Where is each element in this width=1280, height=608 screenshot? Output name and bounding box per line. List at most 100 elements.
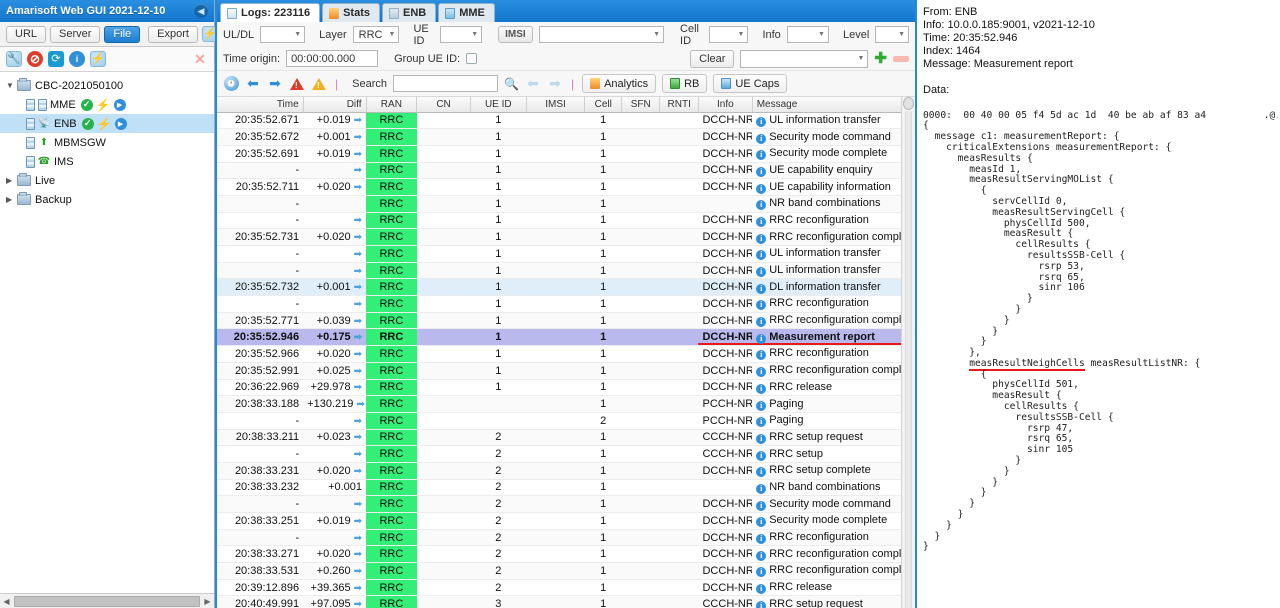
analytics-button[interactable]: Analytics <box>582 74 657 93</box>
arrow-left-icon[interactable]: ⬅ <box>245 75 261 92</box>
plus-icon[interactable]: ✚ <box>874 51 887 66</box>
table-row[interactable]: - ➡ RRC 1 1 DCCH-NR i UL information transfer <box>217 262 915 280</box>
server-button[interactable]: Server <box>50 25 101 43</box>
error-triangle-icon[interactable] <box>289 76 305 92</box>
vertical-scrollbar[interactable] <box>901 97 915 608</box>
binoculars-icon[interactable]: 🔍 <box>504 77 519 91</box>
col-cell[interactable]: Cell <box>584 97 622 113</box>
plug-icon-2[interactable]: ⚡ <box>90 51 106 67</box>
table-row[interactable]: - ➡ RRC 1 1 DCCH-NR i RRC reconfiguration <box>217 295 915 313</box>
tree-item-mbmsgw[interactable]: ⬆ MBMSGW <box>0 133 214 152</box>
chevron-down-icon[interactable]: ▼ <box>6 81 17 90</box>
table-row[interactable]: 20:38:33.231 +0.020 ➡ RRC 2 1 DCCH-NR i RRC setu… <box>217 462 915 480</box>
table-row[interactable]: - ➡ RRC 2 1 CCCH-NR i RRC setup <box>217 445 915 463</box>
table-row[interactable]: 20:38:33.211 +0.023 ➡ RRC 2 1 CCCH-NR i RRC setu… <box>217 429 915 447</box>
bolt-icon[interactable]: ⚡ <box>97 117 112 131</box>
close-icon[interactable]: ✕ <box>192 51 208 67</box>
tab-enb[interactable]: ENB <box>382 3 437 22</box>
chevron-right-icon[interactable]: ▶ <box>6 195 17 204</box>
search-prev-icon[interactable]: ⬅ <box>525 75 541 92</box>
clock-icon[interactable]: 🕐 <box>223 76 239 92</box>
imsi-select[interactable]: ▼ <box>538 26 665 43</box>
arrow-right-icon[interactable]: ➡ <box>267 75 283 92</box>
table-row[interactable]: 20:40:49.991 +97.095 ➡ RRC 3 1 CCCH-NR i RRC set… <box>217 595 915 608</box>
col-cn[interactable]: CN <box>416 97 471 113</box>
table-row[interactable]: 20:35:52.672 +0.001 ➡ RRC 1 1 DCCH-NR i Security… <box>217 128 915 146</box>
col-ran[interactable]: RAN <box>366 97 418 113</box>
table-row[interactable]: 20:35:52.946 +0.175 ➡ RRC 1 1 DCCH-NR i Measurem… <box>217 328 915 347</box>
col-ueid[interactable]: UE ID <box>470 97 527 113</box>
table-row[interactable]: 20:38:33.531 +0.260 ➡ RRC 2 1 DCCH-NR i RRC reco… <box>217 562 915 580</box>
table-row[interactable]: 20:35:52.731 +0.020 ➡ RRC 1 1 DCCH-NR i RRC reco… <box>217 228 915 246</box>
wrench-icon[interactable]: 🔧 <box>6 51 22 67</box>
tree-item-cbc[interactable]: ▼ CBC-2021050100 <box>0 76 214 95</box>
scrollbar-thumb[interactable] <box>903 97 914 110</box>
tree-item-enb[interactable]: 📡 ENB ✓ ⚡ ▶ <box>0 114 214 133</box>
search-input[interactable] <box>392 75 498 92</box>
table-row[interactable]: 20:35:52.671 +0.019 ➡ RRC 1 1 DCCH-NR i UL infor… <box>217 112 915 130</box>
level-select[interactable]: ▼ <box>875 26 910 43</box>
tab-logs[interactable]: Logs: 223116 <box>220 3 321 22</box>
col-sfn[interactable]: SFN <box>621 97 661 113</box>
info-icon[interactable]: i <box>69 51 85 67</box>
time-origin-input[interactable]: 00:00:00.000 <box>286 50 379 67</box>
chevron-right-icon[interactable]: ▶ <box>6 176 17 185</box>
search-next-icon[interactable]: ➡ <box>547 75 563 92</box>
scrollbar-thumb[interactable] <box>14 595 200 607</box>
table-row[interactable]: 20:36:22.969 +29.978 ➡ RRC 1 1 DCCH-NR i RRC rel… <box>217 379 915 397</box>
play-icon[interactable]: ▶ <box>113 98 126 111</box>
col-time[interactable]: Time <box>217 97 304 113</box>
info-select[interactable]: ▼ <box>786 26 829 43</box>
table-row[interactable]: - ➡ RRC 2 PCCH-NR i Paging <box>217 412 915 430</box>
table-row[interactable]: 20:39:12.896 +39.365 ➡ RRC 2 1 DCCH-NR i RRC rel… <box>217 579 915 597</box>
table-row[interactable]: - RRC 1 1 i NR band combinations <box>217 195 915 213</box>
refresh-icon[interactable]: ⟳ <box>48 51 64 67</box>
col-imsi[interactable]: IMSI <box>526 97 586 113</box>
tab-stats[interactable]: Stats <box>322 3 380 22</box>
clear-button[interactable]: Clear <box>690 49 735 68</box>
layer-select[interactable]: RRC ▼ <box>352 26 400 43</box>
table-row[interactable]: 20:38:33.188 +130.219 ➡ RRC 1 PCCH-NR i Paging <box>217 395 915 413</box>
table-row[interactable]: 20:35:52.732 +0.001 ➡ RRC 1 1 DCCH-NR i DL infor… <box>217 278 915 297</box>
ueid-select[interactable]: ▼ <box>439 26 483 43</box>
chevron-left-icon[interactable]: ◀ <box>194 4 208 18</box>
file-button[interactable]: File <box>104 25 141 43</box>
table-row[interactable]: - ➡ RRC 1 1 DCCH-NR i UL information transfer <box>217 245 915 263</box>
table-row[interactable]: 20:38:33.271 +0.020 ➡ RRC 2 1 DCCH-NR i RRC reco… <box>217 545 915 564</box>
url-button[interactable]: URL <box>6 25 47 43</box>
col-diff[interactable]: Diff <box>303 97 367 113</box>
play-icon[interactable]: ▶ <box>114 117 127 130</box>
col-info[interactable]: Info <box>698 97 753 113</box>
table-row[interactable]: 20:35:52.966 +0.020 ➡ RRC 1 1 DCCH-NR i RRC reco… <box>217 345 915 363</box>
tree-item-ims[interactable]: ☎ IMS <box>0 152 214 171</box>
table-row[interactable]: 20:35:52.711 +0.020 ➡ RRC 1 1 DCCH-NR i UE capab… <box>217 178 915 196</box>
table-row[interactable]: 20:35:52.991 +0.025 ➡ RRC 1 1 DCCH-NR i RRC reco… <box>217 362 915 380</box>
table-row[interactable]: 20:35:52.771 +0.039 ➡ RRC 1 1 DCCH-NR i RRC reco… <box>217 312 915 330</box>
table-row[interactable]: - ➡ RRC 1 1 DCCH-NR i UE capability enquiry <box>217 162 915 180</box>
horizontal-scrollbar[interactable]: ◀ ▶ <box>0 593 214 608</box>
table-row[interactable]: - ➡ RRC 1 1 DCCH-NR i RRC reconfiguration <box>217 212 915 230</box>
cellid-select[interactable]: ▼ <box>709 26 749 43</box>
bolt-icon[interactable]: ⚡ <box>96 98 111 112</box>
stop-icon[interactable]: ⊘ <box>27 51 43 67</box>
table-row[interactable]: - ➡ RRC 2 1 DCCH-NR i RRC reconfiguration <box>217 529 915 547</box>
table-row[interactable]: 20:38:33.251 +0.019 ➡ RRC 2 1 DCCH-NR i Security… <box>217 512 915 530</box>
group-ue-checkbox[interactable] <box>466 53 478 64</box>
export-button[interactable]: Export <box>148 25 198 43</box>
scroll-right-icon[interactable]: ▶ <box>201 597 214 606</box>
tree-item-backup[interactable]: ▶ Backup <box>0 190 214 209</box>
tree-item-mme[interactable]: MME ✓ ⚡ ▶ <box>0 95 214 114</box>
tab-mme[interactable]: MME <box>438 3 495 22</box>
preset-select[interactable]: ▼ <box>740 49 869 68</box>
uldl-select[interactable]: ▼ <box>260 26 306 43</box>
tree-item-live[interactable]: ▶ Live <box>0 171 214 190</box>
warning-triangle-icon[interactable] <box>311 76 327 92</box>
table-row[interactable]: 20:38:33.232 +0.001 RRC 2 1 i NR band combinat… <box>217 479 915 497</box>
uecaps-button[interactable]: UE Caps <box>713 74 788 93</box>
table-row[interactable]: - ➡ RRC 2 1 DCCH-NR i Security mode command <box>217 495 915 513</box>
table-row[interactable]: 20:35:52.691 +0.019 ➡ RRC 1 1 DCCH-NR i Security… <box>217 145 915 163</box>
rb-button[interactable]: RB <box>662 74 708 93</box>
scroll-left-icon[interactable]: ◀ <box>0 597 13 606</box>
col-rnti[interactable]: RNTI <box>659 97 699 113</box>
scrollbar-track[interactable] <box>905 111 912 608</box>
